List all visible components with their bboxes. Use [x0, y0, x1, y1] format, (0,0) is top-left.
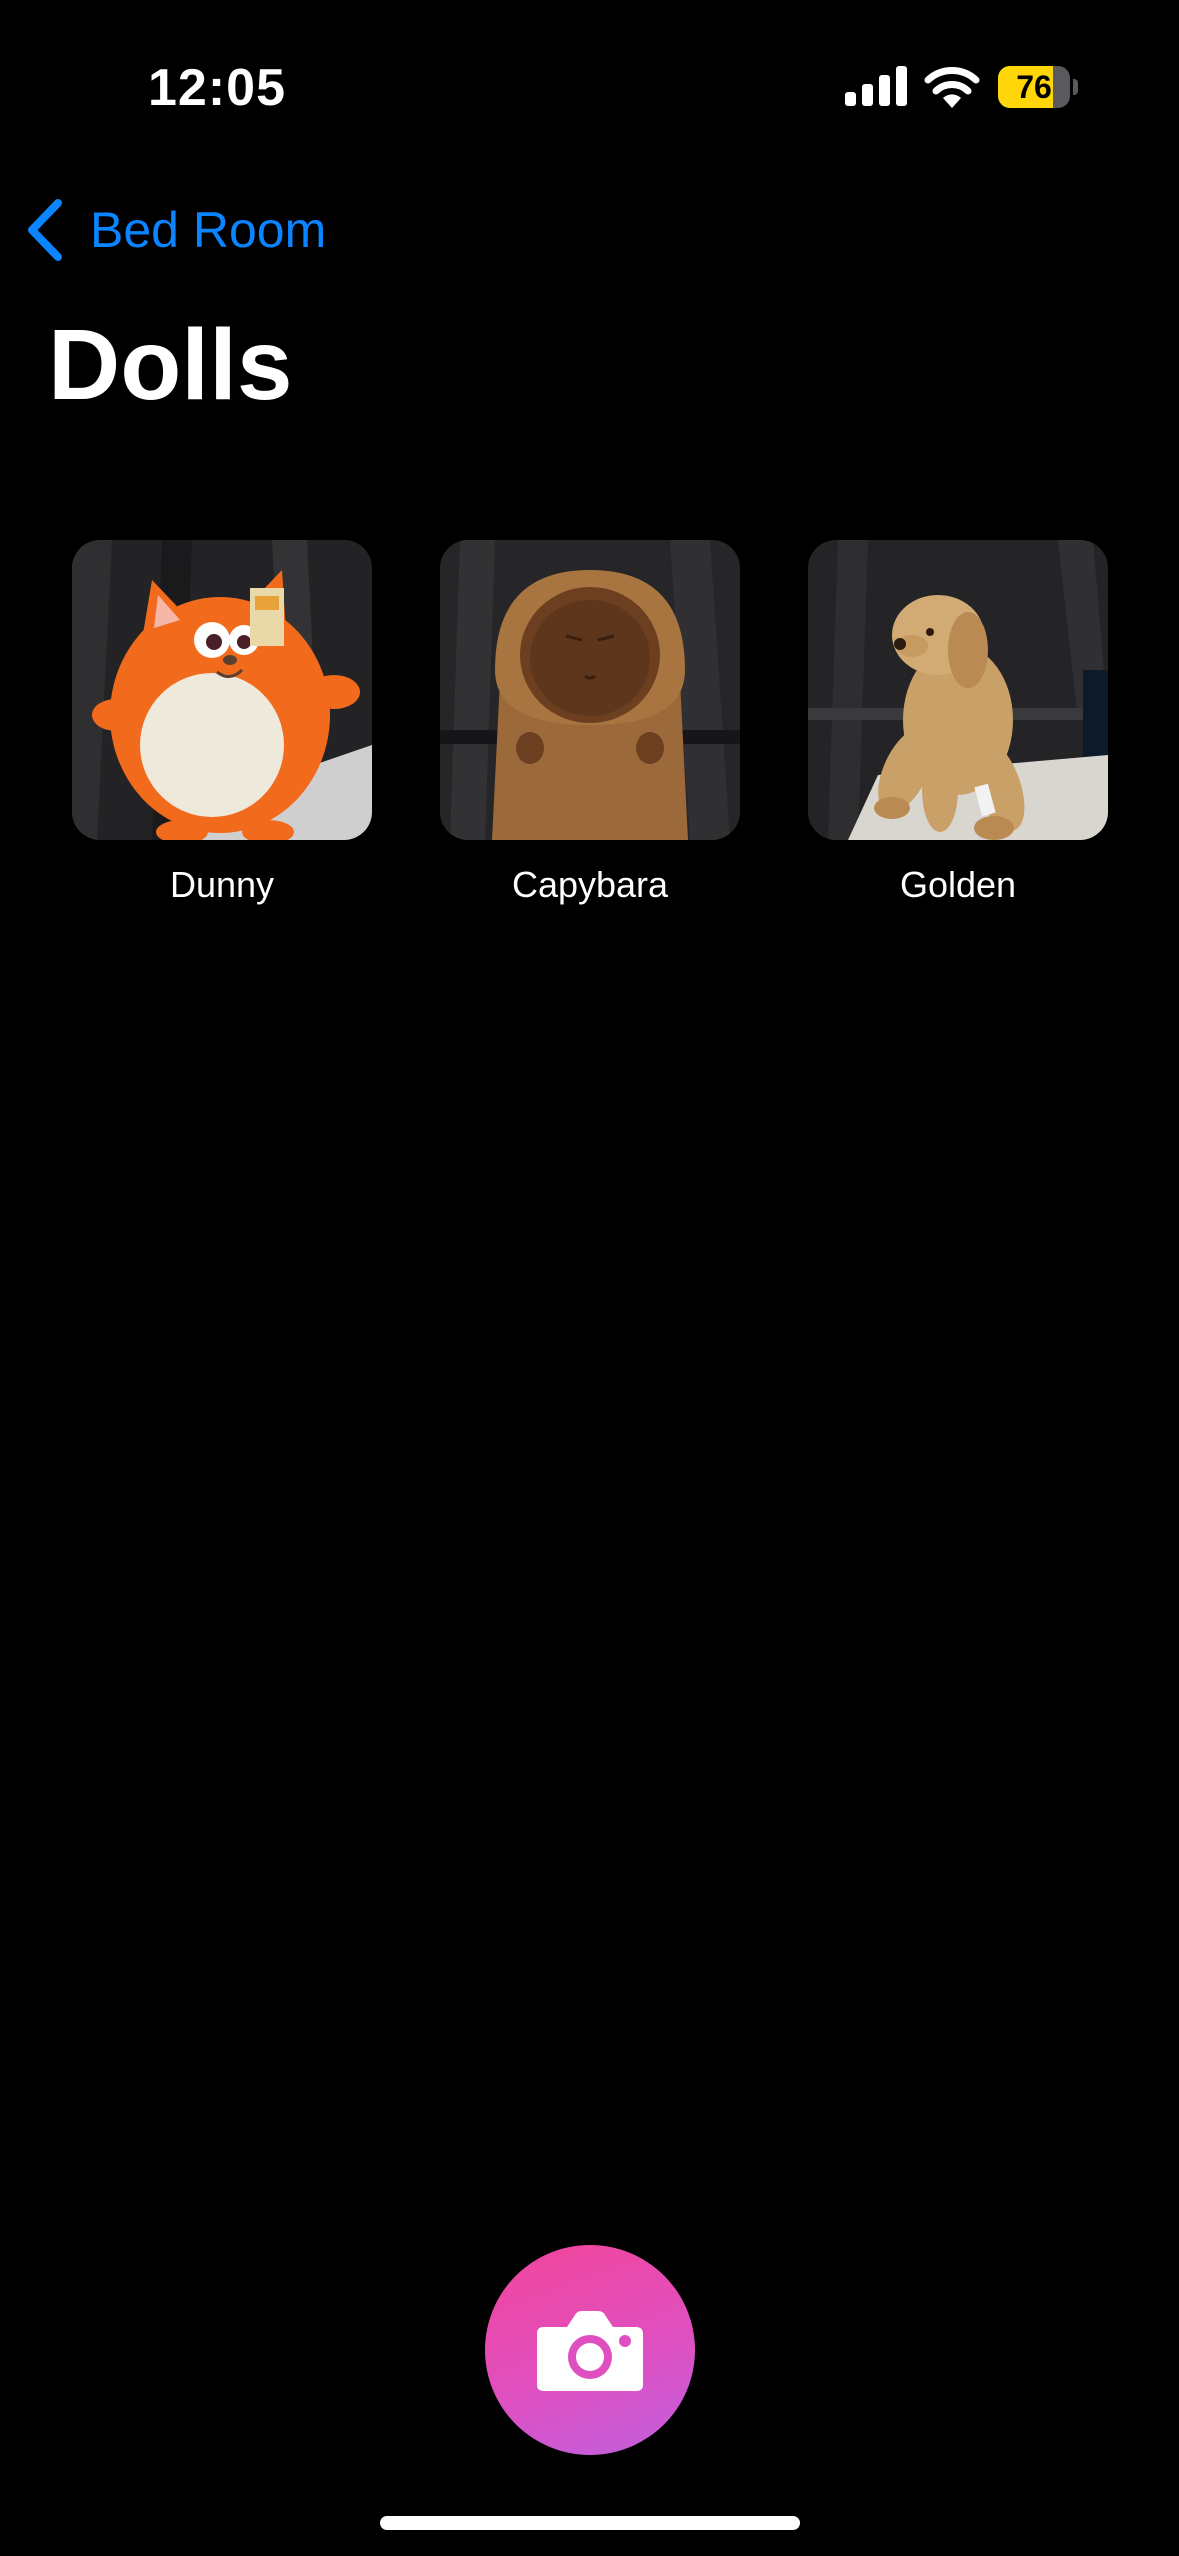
status-time: 12:05	[148, 59, 286, 117]
grid-item-dunny[interactable]: Dunny	[72, 540, 372, 906]
dunny-label: Dunny	[169, 864, 275, 905]
status-bar: 12:05 76	[0, 0, 1179, 150]
battery-tip	[1073, 79, 1078, 95]
golden-thumbnail	[808, 540, 1108, 840]
battery-body: 76	[998, 66, 1070, 108]
golden-label: Golden	[899, 864, 1017, 905]
battery-level: 76	[1016, 69, 1052, 105]
chevron-left-icon	[28, 199, 62, 261]
dunny-thumbnail	[72, 540, 372, 840]
signal-icon	[845, 66, 907, 106]
capybara-thumbnail	[440, 540, 740, 840]
back-button-label: Bed Room	[90, 202, 327, 258]
wifi-icon	[924, 67, 980, 108]
camera-button[interactable]	[485, 2245, 695, 2455]
capybara-label: Capybara	[511, 864, 669, 905]
battery-icon: 76	[998, 66, 1078, 108]
back-button[interactable]: Bed Room	[22, 190, 326, 270]
grid-item-golden[interactable]: Golden	[808, 540, 1108, 906]
home-indicator[interactable]	[380, 2516, 800, 2530]
page-title: Dolls	[48, 309, 293, 421]
camera-icon	[537, 2311, 643, 2391]
grid-item-capybara[interactable]: Capybara	[440, 540, 740, 906]
